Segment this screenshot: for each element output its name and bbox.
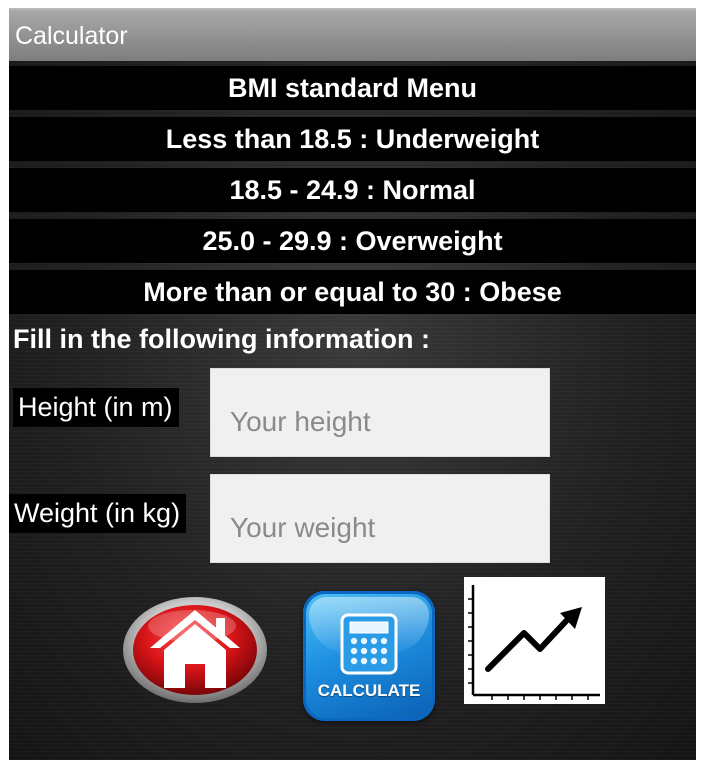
- calculate-button[interactable]: CALCULATE: [303, 591, 435, 721]
- trend-chart-icon: [468, 585, 600, 700]
- height-label: Height (in m): [13, 388, 179, 427]
- bmi-range-obese: More than or equal to 30 : Obese: [9, 270, 696, 314]
- title-bar: Calculator: [9, 8, 696, 61]
- bmi-range-normal: 18.5 - 24.9 : Normal: [9, 168, 696, 212]
- height-input[interactable]: [210, 368, 550, 457]
- home-button[interactable]: [122, 596, 268, 704]
- bmi-range-overweight: 25.0 - 29.9 : Overweight: [9, 219, 696, 263]
- app-screen: Calculator BMI standard Menu Less than 1…: [9, 8, 696, 760]
- weight-label: Weight (in kg): [9, 494, 187, 533]
- weight-input[interactable]: [210, 474, 550, 563]
- app-title: Calculator: [15, 22, 128, 50]
- bmi-menu-title: BMI standard Menu: [9, 66, 696, 110]
- home-icon: [123, 597, 267, 703]
- bmi-range-underweight: Less than 18.5 : Underweight: [9, 117, 696, 161]
- chart-button[interactable]: [464, 577, 605, 704]
- form-prompt: Fill in the following information :: [13, 324, 430, 354]
- calculator-icon: [340, 613, 398, 675]
- calculate-label: CALCULATE: [317, 681, 421, 700]
